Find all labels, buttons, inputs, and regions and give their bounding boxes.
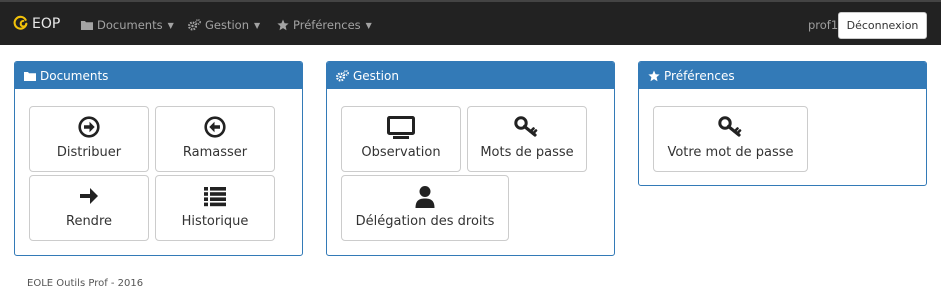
panel-preferences-title: Préférences: [664, 68, 735, 83]
panel-preferences-heading: Préférences: [639, 62, 926, 89]
tile-delegation-des-droits[interactable]: Délégation des droits: [341, 175, 509, 241]
brand-link[interactable]: EOP: [13, 13, 60, 35]
menu-gestion[interactable]: Gestion ▼: [188, 17, 260, 33]
key-icon: [468, 116, 586, 140]
tile-distribuer[interactable]: Distribuer: [29, 106, 149, 172]
user-icon: [342, 185, 508, 209]
username: prof1: [808, 18, 839, 32]
logout-button[interactable]: Déconnexion: [838, 12, 927, 39]
star-icon: [277, 19, 289, 31]
star-icon: [648, 70, 660, 82]
cogs-icon: [336, 69, 349, 82]
tile-votre-mot-de-passe-label: Votre mot de passe: [667, 145, 794, 160]
cogs-icon: [188, 19, 201, 31]
panel-gestion-title: Gestion: [353, 68, 399, 83]
panel-gestion-heading: Gestion: [327, 62, 614, 89]
menu-preferences[interactable]: Préférences ▼: [277, 17, 372, 33]
tile-distribuer-label: Distribuer: [56, 145, 122, 160]
menu-gestion-label: Gestion: [205, 18, 250, 32]
tile-observation[interactable]: Observation: [341, 106, 461, 172]
brand-label: EOP: [32, 16, 61, 32]
menu-documents[interactable]: Documents ▼: [81, 17, 174, 33]
tile-delegation-des-droits-label: Délégation des droits: [355, 214, 495, 229]
key-icon: [654, 116, 807, 140]
chevron-down-icon: ▼: [167, 20, 174, 30]
tile-mots-de-passe-label: Mots de passe: [480, 145, 574, 160]
chevron-down-icon: ▼: [365, 20, 372, 30]
panel-gestion: Gestion Observation Mots de passe Déléga…: [326, 61, 615, 256]
circle-arrow-left-icon: [156, 116, 274, 140]
footer-text: EOLE Outils Prof - 2016: [27, 278, 144, 289]
menu-preferences-label: Préférences: [293, 18, 361, 32]
top-navbar: EOP Documents ▼ Gestion ▼ Préférences ▼ …: [0, 0, 941, 45]
tile-ramasser-label: Ramasser: [182, 145, 248, 160]
folder-icon: [24, 71, 36, 81]
tile-ramasser[interactable]: Ramasser: [155, 106, 275, 172]
monitor-icon: [342, 116, 460, 140]
panel-documents-title: Documents: [40, 68, 109, 83]
eole-logo-icon: [13, 15, 28, 33]
arrow-right-icon: [30, 185, 148, 209]
tile-historique[interactable]: Historique: [155, 175, 275, 241]
tile-rendre-label: Rendre: [66, 214, 112, 229]
tile-rendre[interactable]: Rendre: [29, 175, 149, 241]
tile-mots-de-passe[interactable]: Mots de passe: [467, 106, 587, 172]
tile-historique-label: Historique: [181, 214, 249, 229]
panel-documents: Documents Distribuer Ramasser Rendre His…: [14, 61, 303, 256]
folder-icon: [81, 20, 93, 30]
chevron-down-icon: ▼: [254, 20, 261, 30]
list-icon: [156, 185, 274, 209]
tile-votre-mot-de-passe[interactable]: Votre mot de passe: [653, 106, 808, 172]
panel-preferences: Préférences Votre mot de passe: [638, 61, 927, 186]
panel-documents-heading: Documents: [15, 62, 302, 89]
circle-arrow-right-icon: [30, 116, 148, 140]
menu-documents-label: Documents: [97, 18, 163, 32]
tile-observation-label: Observation: [361, 145, 441, 160]
